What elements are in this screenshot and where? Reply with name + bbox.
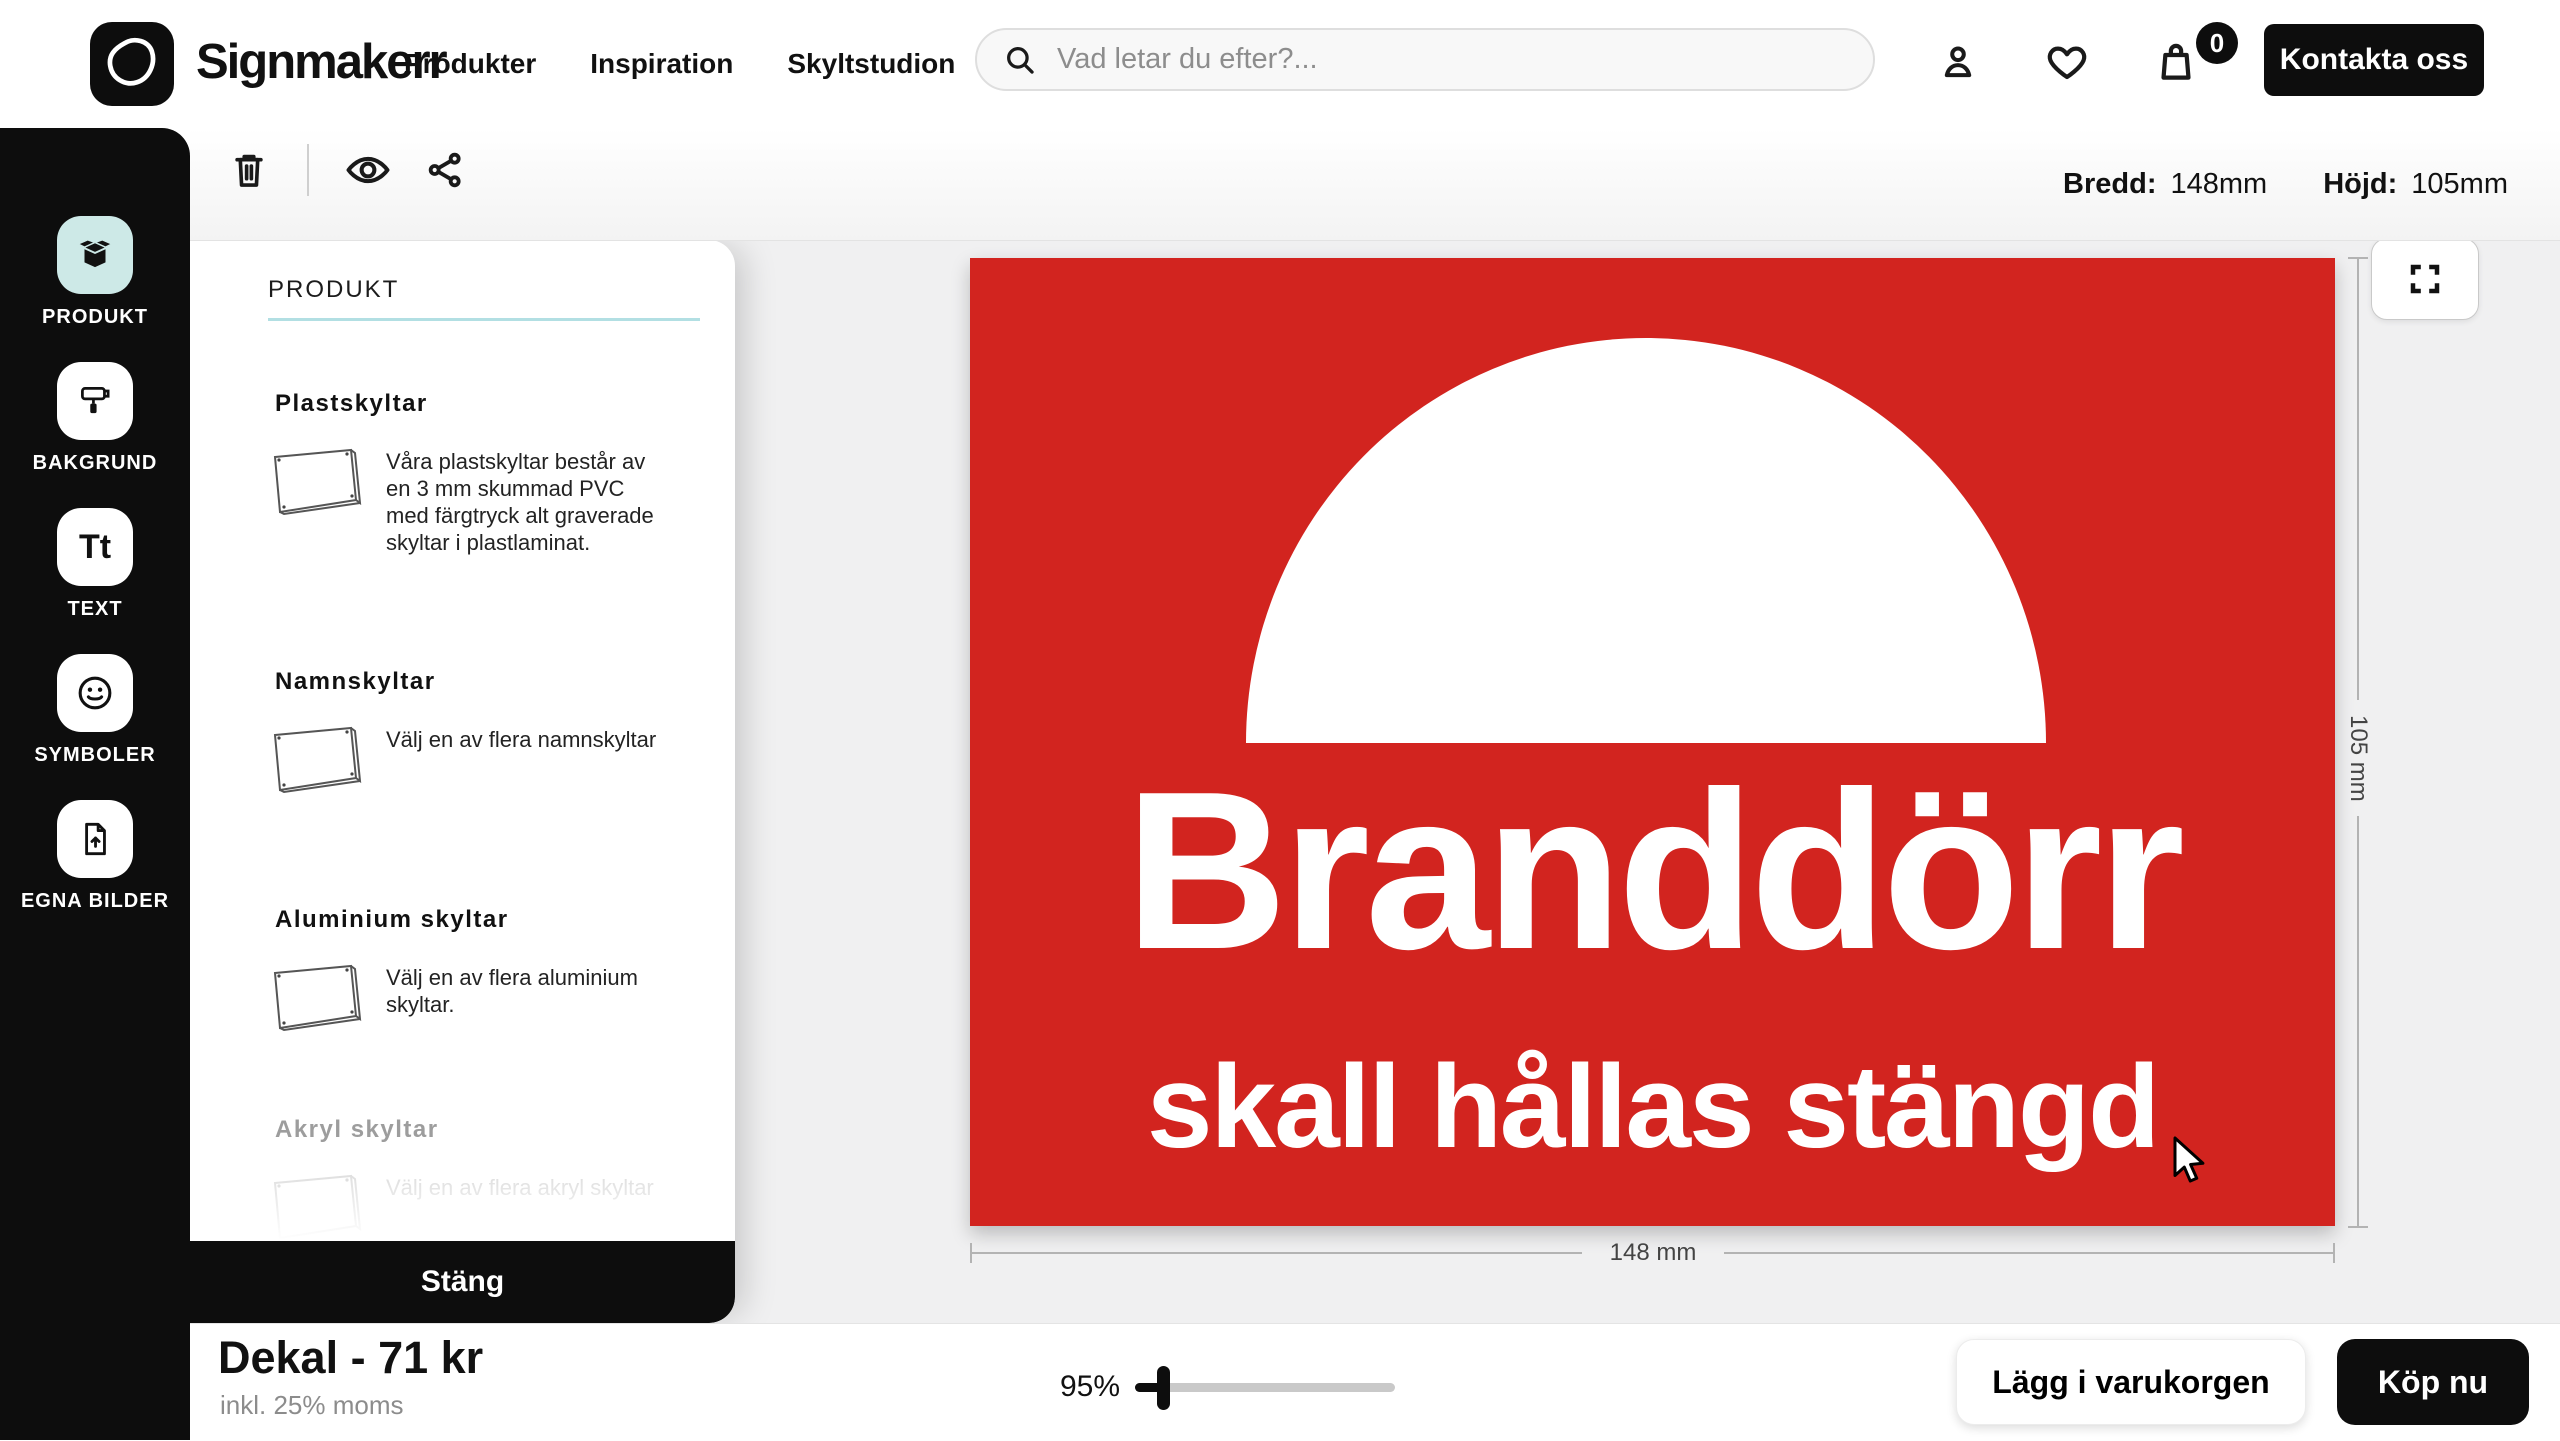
height-dim-label: 105 mm (2334, 702, 2382, 814)
nav-skyltstudion[interactable]: Skyltstudion (787, 48, 955, 80)
dim-tick (2333, 1243, 2335, 1263)
preview-eye-icon (345, 152, 391, 188)
add-to-cart-button[interactable]: Lägg i varukorgen (1956, 1339, 2306, 1425)
preview-button[interactable] (344, 146, 392, 194)
tool-rail: PRODUKT BAKGRUND Tt TEXT SYMBOLER (0, 128, 190, 1440)
sidebar-item-label: EGNA BILDER (0, 890, 190, 913)
product-panel: PRODUKT Plastskyltar Våra plastskyltar b… (190, 240, 735, 1323)
sign-thumbnail-icon (268, 722, 368, 798)
buy-now-button[interactable]: Köp nu (2337, 1339, 2529, 1425)
brand-logo[interactable] (90, 22, 174, 106)
width-value: 148mm (2171, 168, 2268, 201)
account-button[interactable] (1932, 36, 1984, 88)
nav-produkter[interactable]: Produkter (404, 48, 536, 80)
product-price: Dekal - 71 kr (218, 1332, 483, 1384)
cart-count-badge: 0 (2196, 22, 2238, 64)
width-dim-line (1724, 1252, 2335, 1254)
delete-button[interactable] (225, 146, 273, 194)
sign-thumbnail-icon (268, 960, 368, 1036)
toolbar-divider (307, 144, 309, 196)
zoom-slider[interactable] (1135, 1358, 1400, 1418)
editor-toolbar: Bredd: 148mm Höjd: 105mm (190, 128, 2560, 241)
panel-title-underline (268, 318, 700, 321)
product-title: Namnskyltar (275, 668, 436, 696)
search-icon (1003, 43, 1037, 77)
favorites-button[interactable] (2041, 36, 2093, 88)
fullscreen-icon (2407, 261, 2443, 297)
product-title: Akryl skyltar (275, 1116, 439, 1144)
sidebar-item-label: TEXT (0, 598, 190, 621)
sign-text-line1: Branddörr (970, 758, 2335, 983)
product-description: Våra plastskyltar består av en 3 mm skum… (386, 448, 671, 556)
egna-bilder-tile (57, 800, 133, 878)
search-input[interactable] (1055, 42, 1819, 77)
share-icon (425, 150, 465, 190)
product-option-plastskyltar[interactable]: Plastskyltar Våra plastskyltar består av… (190, 390, 735, 650)
panel-scroll-fade (190, 1161, 735, 1241)
sign-thumbnail-icon (268, 444, 368, 520)
width-dim-label: 148 mm (1582, 1239, 1724, 1267)
mouse-cursor (2170, 1135, 2210, 1183)
sidebar-item-label: PRODUKT (0, 306, 190, 329)
trash-icon (230, 149, 268, 191)
text-icon: Tt (79, 528, 111, 567)
produkt-tile (57, 216, 133, 294)
dim-tick (2348, 1226, 2368, 1228)
bottom-bar: Dekal - 71 kr inkl. 25% moms 95% Lägg i … (190, 1323, 2560, 1441)
product-description: Välj en av flera aluminium skyltar. (386, 964, 671, 1018)
zoom-level: 95% (1030, 1370, 1120, 1404)
sign-dome-shape (1246, 338, 2046, 743)
open-box-icon (74, 234, 116, 276)
height-dim-line (2357, 816, 2359, 1228)
width-dim-line (970, 1252, 1582, 1254)
vat-note: inkl. 25% moms (220, 1390, 404, 1421)
nav-inspiration[interactable]: Inspiration (590, 48, 733, 80)
close-panel-button[interactable]: Stäng (190, 1241, 735, 1323)
product-option-namnskyltar[interactable]: Namnskyltar Välj en av flera namnskyltar (190, 668, 735, 928)
width-label: Bredd: (2063, 168, 2156, 201)
height-value: 105mm (2411, 168, 2508, 201)
product-description: Välj en av flera namnskyltar (386, 726, 671, 753)
dim-tick (2348, 257, 2368, 259)
heart-icon (2045, 40, 2089, 84)
bakgrund-tile (57, 362, 133, 440)
zoom-slider-track[interactable] (1135, 1383, 1395, 1392)
search-bar (975, 28, 1875, 91)
sidebar-item-label: SYMBOLER (0, 744, 190, 767)
paint-roller-icon (74, 380, 116, 422)
panel-title: PRODUKT (268, 276, 399, 304)
product-title: Plastskyltar (275, 390, 428, 418)
sidebar-item-label: BAKGRUND (0, 452, 190, 475)
share-button[interactable] (421, 146, 469, 194)
account-icon (1937, 41, 1979, 83)
site-header: Signmakerr Produkter Inspiration Skyltst… (0, 0, 2560, 128)
smiley-icon (73, 671, 117, 715)
product-title: Aluminium skyltar (275, 906, 509, 934)
fullscreen-button[interactable] (2371, 238, 2479, 320)
dimension-readout: Bredd: 148mm Höjd: 105mm (2063, 128, 2508, 240)
sign-text-line2: skall hållas stängd (970, 1048, 2335, 1166)
height-label: Höjd: (2323, 168, 2397, 201)
sign-artboard[interactable]: Branddörr skall hållas stängd (970, 258, 2335, 1226)
symboler-tile (57, 654, 133, 732)
logo-blob-icon (103, 35, 161, 93)
cart-button[interactable] (2150, 36, 2202, 88)
contact-button[interactable]: Kontakta oss (2264, 24, 2484, 96)
main-nav: Produkter Inspiration Skyltstudion (404, 0, 955, 128)
cart-bag-icon (2154, 40, 2198, 84)
text-tile: Tt (57, 508, 133, 586)
upload-image-icon (74, 818, 116, 860)
dim-tick (970, 1243, 972, 1263)
height-dim-line (2357, 258, 2359, 700)
zoom-slider-thumb[interactable] (1157, 1366, 1170, 1410)
